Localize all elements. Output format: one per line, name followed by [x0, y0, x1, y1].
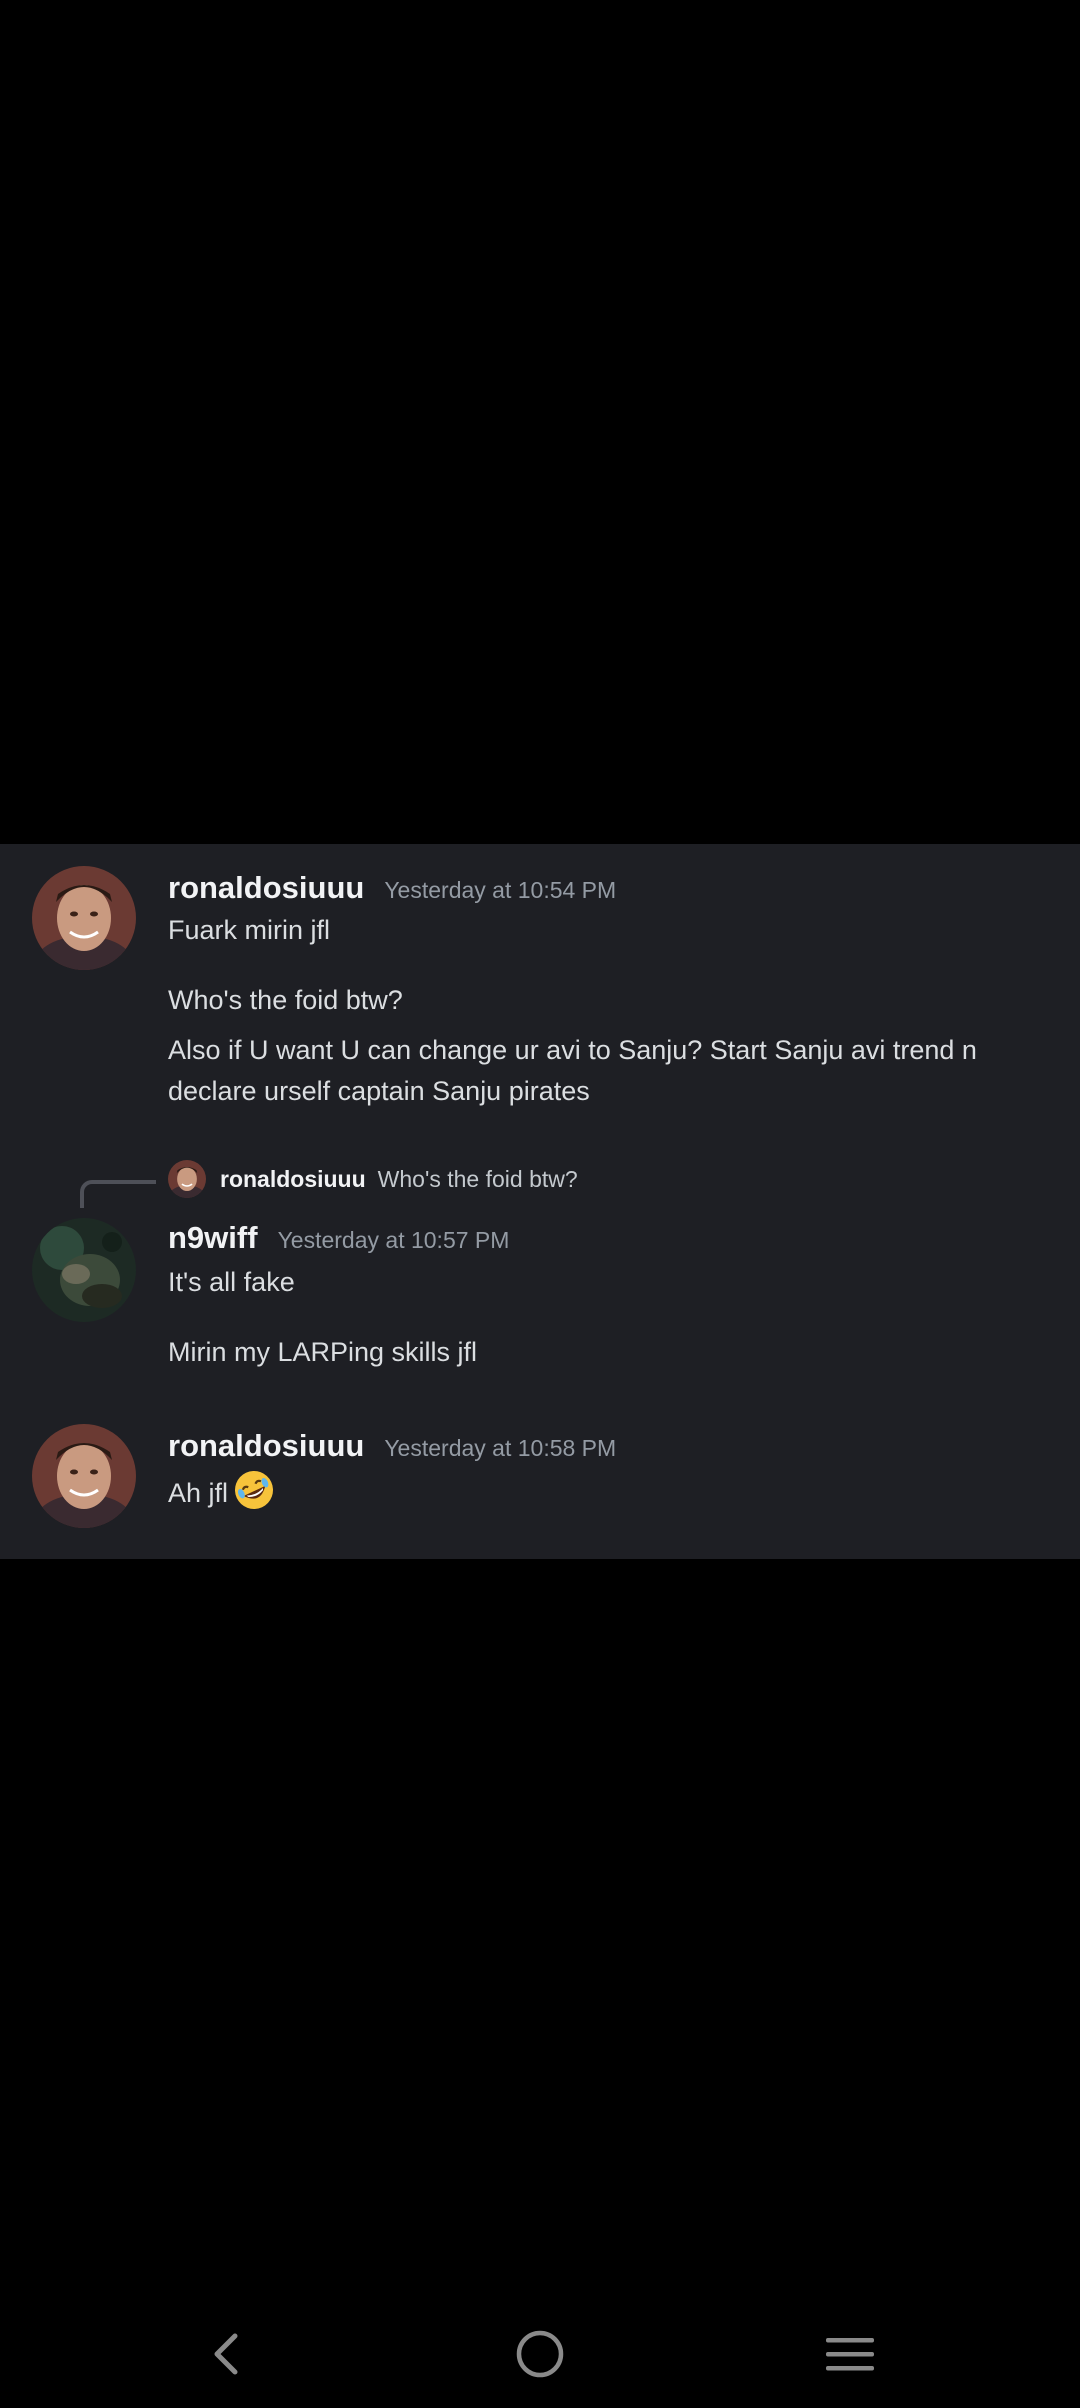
avatar[interactable] — [32, 1218, 136, 1322]
message-text: It's all fake — [168, 1267, 295, 1297]
message-text: Mirin my LARPing skills jfl — [168, 1337, 478, 1367]
message-header: ronaldosiuuu Yesterday at 10:58 PM — [168, 1428, 616, 1464]
rolling-on-the-floor-laughing-emoji — [232, 1468, 276, 1512]
message-text: Who's the foid btw? — [168, 985, 403, 1015]
timestamp: Yesterday at 10:58 PM — [384, 1435, 617, 1461]
home-icon — [516, 2330, 564, 2378]
message-header: n9wiff Yesterday at 10:57 PM — [168, 1220, 509, 1256]
back-button[interactable] — [167, 2300, 287, 2408]
timestamp: Yesterday at 10:54 PM — [384, 877, 617, 903]
reply-text: Who's the foid btw? — [377, 1165, 578, 1192]
message-header: ronaldosiuuu Yesterday at 10:54 PM — [168, 870, 616, 906]
message-text-content: Ah jfl — [168, 1478, 229, 1508]
reply-connector — [80, 1180, 156, 1208]
username[interactable]: ronaldosiuuu — [168, 870, 364, 905]
reply-reference[interactable]: ronaldosiuuu Who's the foid btw? — [168, 1160, 578, 1198]
timestamp: Yesterday at 10:57 PM — [277, 1227, 510, 1253]
reply-username[interactable]: ronaldosiuuu — [220, 1166, 366, 1193]
back-icon — [214, 2333, 238, 2375]
chat-panel: ronaldosiuuu Yesterday at 10:54 PM Fuark … — [0, 844, 1080, 1559]
message-text: Also if U want U can change ur avi to Sa… — [168, 1035, 977, 1106]
reply-avatar — [168, 1160, 206, 1198]
message-text: Fuark mirin jfl — [168, 915, 331, 945]
home-button[interactable] — [480, 2300, 600, 2408]
avatar[interactable] — [32, 866, 136, 970]
message-text: Ah jfl — [168, 1468, 1048, 1514]
system-nav-bar — [0, 2300, 1080, 2408]
avatar[interactable] — [32, 1424, 136, 1528]
username[interactable]: ronaldosiuuu — [168, 1428, 364, 1463]
username[interactable]: n9wiff — [168, 1220, 258, 1255]
recents-button[interactable] — [790, 2300, 910, 2408]
recents-icon — [826, 2338, 874, 2371]
